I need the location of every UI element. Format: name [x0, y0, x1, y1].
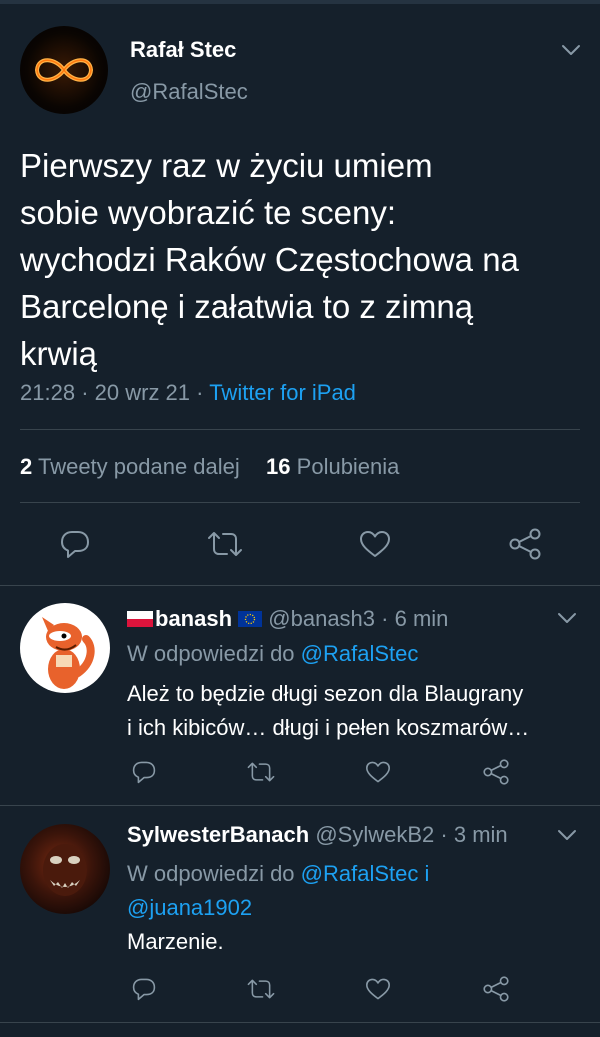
top-edge	[0, 0, 600, 4]
chevron-down-icon[interactable]	[552, 606, 582, 630]
likes-label: Polubienia	[296, 454, 400, 479]
share-icon[interactable]	[505, 527, 545, 561]
heart-icon[interactable]	[355, 527, 395, 561]
reply-time[interactable]: 6 min	[395, 606, 449, 631]
divider	[0, 1022, 600, 1023]
dark-character-avatar-image	[43, 844, 87, 896]
reply-header: banash @banash3 · 6 min	[127, 606, 448, 632]
reply-avatar[interactable]	[20, 824, 110, 914]
reply-context: W odpowiedzi do @RafalStec i @juana1902	[127, 857, 429, 925]
tweet-text-line: Pierwszy raz w życiu umiem	[20, 147, 433, 184]
eu-flag-icon	[238, 607, 263, 627]
retweet-icon[interactable]	[242, 974, 280, 1004]
divider	[0, 805, 600, 806]
cartoon-avatar-image	[42, 617, 95, 689]
tweet-text-line: wychodzi Raków Częstochowa na	[20, 241, 519, 278]
divider	[20, 502, 580, 503]
reply-avatar[interactable]	[20, 603, 110, 693]
tweet-text-line: sobie wyobrazić te sceny:	[20, 194, 397, 231]
meta-separator: ·	[81, 380, 89, 405]
reply-handle[interactable]: @SylwekB2	[315, 822, 434, 847]
reply-text: Ależ to będzie długi sezon dla Blaugrany…	[127, 677, 529, 745]
reply-to-link[interactable]: @RafalStec i	[301, 861, 430, 886]
tweet-time[interactable]: 21:28	[20, 380, 75, 405]
main-display-name[interactable]: Rafał Stec	[130, 37, 236, 63]
chevron-down-icon[interactable]	[552, 823, 582, 847]
retweets-stat[interactable]: 2 Tweety podane dalej	[20, 454, 246, 479]
reply-context: W odpowiedzi do @RafalStec	[127, 641, 418, 667]
reply-text: Marzenie.	[127, 929, 224, 954]
divider	[0, 585, 600, 586]
reply-display-name[interactable]: banash	[155, 606, 232, 631]
reply-display-name[interactable]: SylwesterBanach	[127, 822, 309, 847]
reply-icon[interactable]	[55, 527, 95, 561]
retweets-count: 2	[20, 454, 33, 479]
reply-to-link[interactable]: @juana1902	[127, 891, 429, 925]
reply-icon[interactable]	[127, 757, 161, 787]
reply-text-line: Ależ to będzie długi sezon dla Blaugrany	[127, 681, 524, 706]
reply-icon[interactable]	[127, 974, 161, 1004]
reply-to-link[interactable]: @RafalStec	[301, 641, 419, 666]
reply-prefix: W odpowiedzi do	[127, 861, 295, 886]
retweet-icon[interactable]	[242, 757, 280, 787]
reply-text-line: i ich kibiców… długi i pełen koszmarów…	[127, 715, 530, 740]
tweet-text: Pierwszy raz w życiu umiem sobie wyobraz…	[20, 142, 590, 377]
heart-icon[interactable]	[361, 974, 395, 1004]
chevron-down-icon[interactable]	[556, 38, 586, 62]
retweets-label: Tweety podane dalej	[37, 454, 240, 479]
tweet-text-line: krwią	[20, 335, 98, 372]
likes-stat[interactable]: 16 Polubienia	[266, 454, 399, 479]
likes-count: 16	[266, 454, 291, 479]
reply-header: SylwesterBanach @SylwekB2 · 3 min	[127, 822, 508, 848]
tweet-text-line: Barcelonę i załatwia to z zimną	[20, 288, 474, 325]
infinity-logo	[34, 58, 94, 82]
tweet-source-link[interactable]: Twitter for iPad	[209, 380, 356, 405]
share-icon[interactable]	[479, 757, 513, 787]
meta-separator: ·	[440, 822, 448, 847]
reply-handle[interactable]: @banash3	[268, 606, 375, 631]
share-icon[interactable]	[479, 974, 513, 1004]
meta-separator: ·	[381, 606, 389, 631]
main-avatar[interactable]	[20, 26, 108, 114]
main-handle[interactable]: @RafalStec	[130, 79, 248, 105]
retweet-icon[interactable]	[203, 527, 247, 561]
poland-flag-icon	[127, 607, 153, 627]
tweet-stats: 2 Tweety podane dalej 16 Polubienia	[20, 454, 399, 480]
tweet-meta: 21:28 · 20 wrz 21 · Twitter for iPad	[20, 380, 356, 406]
tweet-date[interactable]: 20 wrz 21	[95, 380, 190, 405]
heart-icon[interactable]	[361, 757, 395, 787]
reply-time[interactable]: 3 min	[454, 822, 508, 847]
reply-prefix: W odpowiedzi do	[127, 641, 295, 666]
meta-separator: ·	[196, 380, 204, 405]
divider	[20, 429, 580, 430]
